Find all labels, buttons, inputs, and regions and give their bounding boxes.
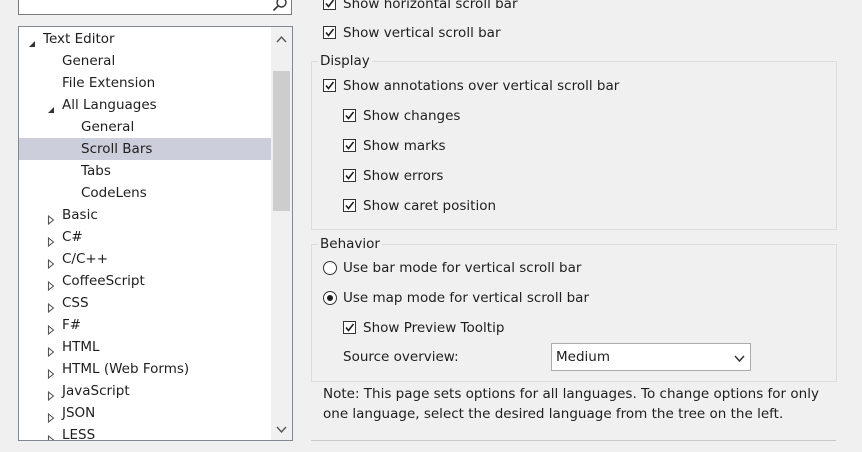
tree-item[interactable]: CodeLens: [19, 182, 271, 204]
collapsed-arrow-icon[interactable]: [46, 320, 56, 336]
tree-item[interactable]: General: [19, 50, 271, 72]
tree-item[interactable]: C/C++: [19, 248, 271, 270]
scroll-up-icon[interactable]: [276, 33, 287, 44]
collapsed-arrow-icon[interactable]: [46, 298, 56, 314]
collapsed-arrow-icon[interactable]: [46, 276, 56, 292]
collapsed-arrow-icon[interactable]: [46, 408, 56, 424]
tree-item[interactable]: LESS: [19, 424, 271, 441]
radio-icon[interactable]: [323, 261, 337, 275]
tree-item-label: All Languages: [62, 97, 157, 113]
checkbox-icon[interactable]: [323, 26, 336, 39]
tree-scrollbar[interactable]: [271, 27, 292, 440]
note-text: Note: This page sets options for all lan…: [323, 386, 819, 422]
tree-item[interactable]: F#: [19, 314, 271, 336]
scroll-thumb[interactable]: [273, 71, 290, 211]
collapsed-arrow-icon[interactable]: [46, 210, 56, 226]
divider: [311, 440, 836, 441]
checkbox-icon[interactable]: [323, 79, 336, 92]
display-group-title: Display: [318, 52, 372, 70]
tree-item-label: Tabs: [81, 163, 111, 179]
scroll-down-icon[interactable]: [276, 423, 287, 434]
tree-item-label: HTML (Web Forms): [62, 361, 190, 377]
expanded-arrow-icon[interactable]: [46, 100, 56, 113]
tree-item[interactable]: C#: [19, 226, 271, 248]
search-input[interactable]: [18, 0, 292, 15]
tree-item-label: CoffeeScript: [62, 273, 145, 289]
checkbox-icon[interactable]: [343, 109, 356, 122]
tree-item-label: CodeLens: [81, 185, 147, 201]
checkbox-icon[interactable]: [343, 139, 356, 152]
tree-item[interactable]: HTML (Web Forms): [19, 358, 271, 380]
radio-selected-icon[interactable]: [323, 291, 337, 305]
tree-item[interactable]: CoffeeScript: [19, 270, 271, 292]
collapsed-arrow-icon[interactable]: [46, 254, 56, 270]
behavior-group-title: Behavior: [318, 235, 382, 253]
tree-item[interactable]: JavaScript: [19, 380, 271, 402]
source-overview-label: Source overview:: [343, 349, 459, 365]
tree-item-label: General: [62, 53, 116, 69]
tree-item-label: Basic: [62, 207, 98, 223]
checkbox-icon[interactable]: [323, 0, 336, 10]
tree-item-label: File Extension: [62, 75, 156, 91]
chevron-down-icon[interactable]: [734, 352, 745, 363]
tree-item-label: JavaScript: [62, 383, 130, 399]
collapsed-arrow-icon[interactable]: [46, 232, 56, 248]
tree-item[interactable]: Basic: [19, 204, 271, 226]
tree-item[interactable]: HTML: [19, 336, 271, 358]
tree-item[interactable]: General: [19, 116, 271, 138]
search-icon[interactable]: [272, 0, 288, 12]
tree-item-label: HTML: [62, 339, 100, 355]
tree-item-label: General: [81, 119, 135, 135]
expanded-arrow-icon[interactable]: [27, 34, 37, 47]
options-tree[interactable]: Text Editor General File Extension All Lang…: [18, 26, 293, 441]
checkbox-icon[interactable]: [343, 169, 356, 182]
source-overview-select[interactable]: Medium: [551, 343, 751, 371]
tree-item-label: LESS: [62, 427, 96, 441]
tree-item-label: C/C++: [62, 251, 109, 267]
tree-item-label: JSON: [62, 405, 96, 421]
tree-item[interactable]: Tabs: [19, 160, 271, 182]
tree-item-label: C#: [62, 229, 83, 245]
tree-item[interactable]: JSON: [19, 402, 271, 424]
tree-item-label: CSS: [62, 295, 89, 311]
tree-item[interactable]: Scroll Bars: [19, 138, 271, 160]
checkbox-icon[interactable]: [343, 199, 356, 212]
tree-item-label: F#: [62, 317, 82, 333]
collapsed-arrow-icon[interactable]: [46, 342, 56, 358]
tree-item[interactable]: CSS: [19, 292, 271, 314]
collapsed-arrow-icon[interactable]: [46, 364, 56, 380]
tree-item-label: Text Editor: [43, 31, 115, 47]
tree-item-label: Scroll Bars: [81, 141, 153, 157]
collapsed-arrow-icon[interactable]: [46, 430, 56, 440]
checkbox-icon[interactable]: [343, 321, 356, 334]
tree-item[interactable]: Text Editor: [19, 28, 271, 50]
tree-item[interactable]: All Languages: [19, 94, 271, 116]
tree-item[interactable]: File Extension: [19, 72, 271, 94]
collapsed-arrow-icon[interactable]: [46, 386, 56, 402]
